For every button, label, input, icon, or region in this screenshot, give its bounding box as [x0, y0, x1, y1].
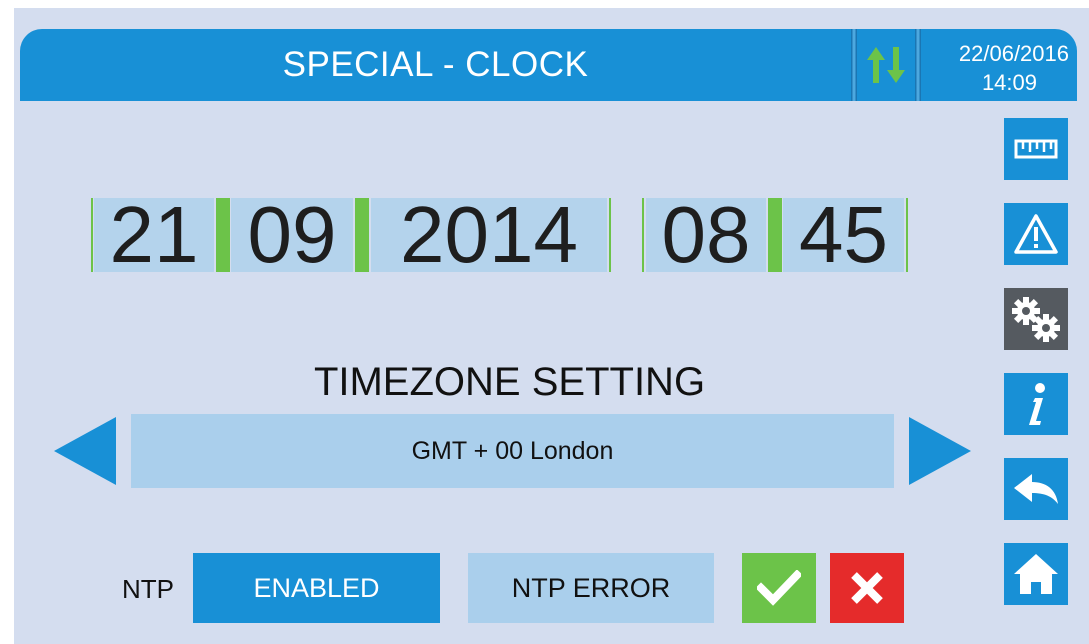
- clock-divider: [906, 198, 908, 272]
- back-icon: [1014, 474, 1058, 504]
- clock-divider: [609, 198, 611, 272]
- day-field[interactable]: 21: [94, 195, 214, 275]
- hour-field[interactable]: 08: [646, 195, 766, 275]
- clock-divider: [216, 198, 230, 272]
- home-icon: [1014, 554, 1058, 594]
- title-bar: SPECIAL - CLOCK: [20, 29, 851, 101]
- sidebar-item-measure[interactable]: [1004, 118, 1068, 180]
- timezone-value: GMT + 00 London: [411, 436, 614, 465]
- page-title: SPECIAL - CLOCK: [282, 45, 589, 84]
- sidebar-item-home[interactable]: [1004, 543, 1068, 605]
- ntp-label: NTP: [122, 574, 174, 604]
- arrow-right-icon: [909, 417, 971, 485]
- ntp-status-badge: NTP ERROR: [468, 553, 714, 623]
- sidebar-item-alarms[interactable]: [1004, 203, 1068, 265]
- ntp-status-label: NTP ERROR: [511, 572, 671, 603]
- datetime-display: 22/06/2016 14:09: [921, 29, 1077, 101]
- info-icon: [1029, 383, 1045, 425]
- year-field[interactable]: 2014: [371, 195, 607, 275]
- timezone-heading: TIMEZONE SETTING: [313, 360, 706, 404]
- ntp-toggle-button[interactable]: ENABLED: [193, 553, 440, 623]
- screen-panel: [14, 8, 1089, 644]
- current-time: 14:09: [981, 70, 1037, 95]
- sidebar-item-settings[interactable]: [1004, 288, 1068, 350]
- clock-divider: [355, 198, 369, 272]
- close-icon: [851, 572, 883, 604]
- ntp-state-label: ENABLED: [253, 572, 380, 603]
- warning-icon: [1014, 214, 1058, 254]
- minute-field[interactable]: 45: [783, 195, 904, 275]
- clock-divider: [642, 198, 644, 272]
- timezone-next-button[interactable]: [907, 415, 973, 487]
- timezone-prev-button[interactable]: [52, 415, 118, 487]
- timezone-select[interactable]: GMT + 00 London: [131, 414, 894, 488]
- clock-divider: [91, 198, 93, 272]
- month-field[interactable]: 09: [231, 195, 353, 275]
- clock-divider: [768, 198, 782, 272]
- confirm-button[interactable]: [742, 553, 816, 623]
- sidebar-item-back[interactable]: [1004, 458, 1068, 520]
- gears-icon: [1012, 297, 1060, 342]
- current-date: 22/06/2016: [958, 41, 1069, 66]
- cancel-button[interactable]: [830, 553, 904, 623]
- arrow-left-icon: [54, 417, 116, 485]
- sync-arrows-icon: [867, 47, 905, 83]
- ruler-icon: [1014, 139, 1058, 159]
- sync-status: [857, 29, 915, 101]
- checkmark-icon: [757, 570, 801, 606]
